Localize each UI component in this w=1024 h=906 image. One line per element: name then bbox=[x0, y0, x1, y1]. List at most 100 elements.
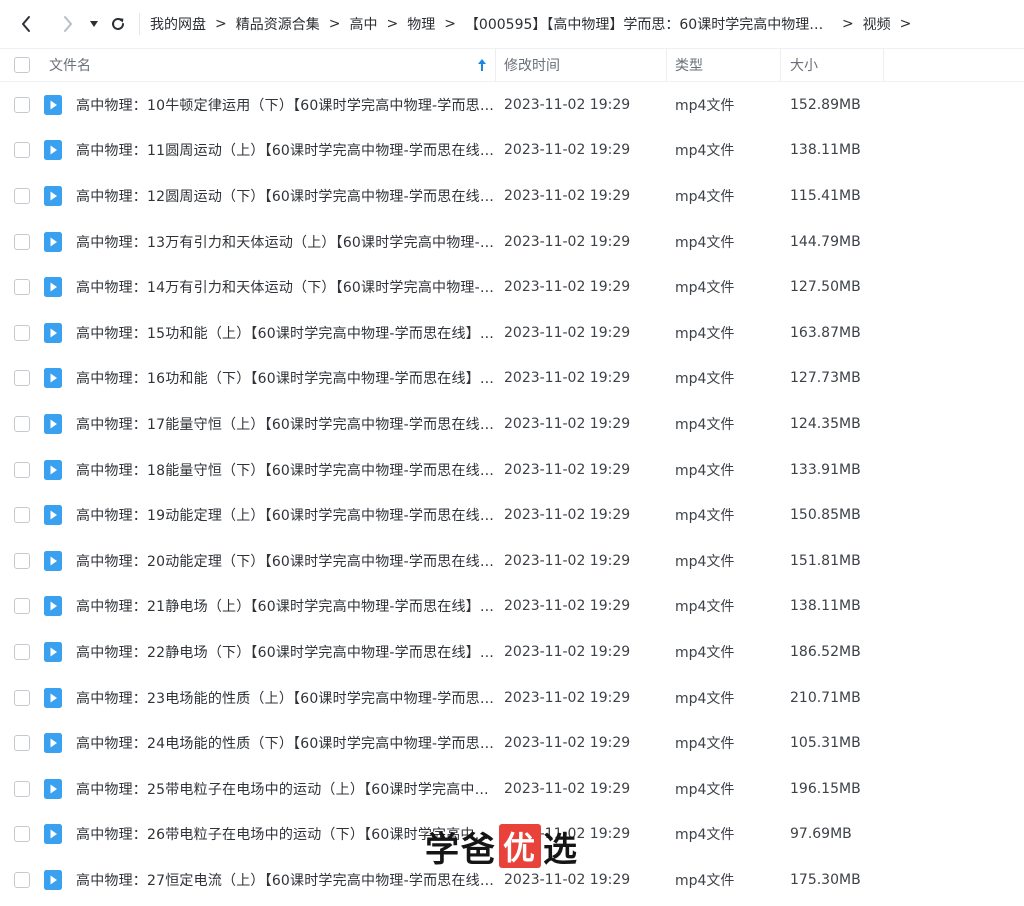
file-name[interactable]: 高中物理：14万有引力和天体运动（下）【60课时学完高中物理-学而思在线】.mp… bbox=[76, 277, 496, 297]
row-checkbox[interactable] bbox=[14, 780, 30, 797]
row-checkbox[interactable] bbox=[14, 826, 30, 843]
file-row[interactable]: 高中物理：16功和能（下）【60课时学完高中物理-学而思在线】.mp4 2023-… bbox=[0, 356, 1024, 402]
row-checkbox[interactable] bbox=[14, 643, 30, 660]
row-checkbox[interactable] bbox=[14, 598, 30, 615]
file-type: mp4文件 bbox=[675, 553, 735, 570]
breadcrumb-item-my-drive[interactable]: 我的网盘 bbox=[150, 14, 206, 34]
select-all-checkbox[interactable] bbox=[14, 57, 30, 73]
file-size: 138.11MB bbox=[790, 142, 861, 159]
file-name[interactable]: 高中物理：19动能定理（上）【60课时学完高中物理-学而思在线】.mp4 bbox=[76, 505, 496, 525]
row-checkbox-cell bbox=[0, 324, 44, 341]
breadcrumb-item-high-school[interactable]: 高中 bbox=[349, 14, 377, 34]
column-header-name[interactable]: 文件名 bbox=[44, 49, 496, 81]
breadcrumb-item-video[interactable]: 视频 bbox=[863, 14, 891, 34]
file-name[interactable]: 高中物理：12圆周运动（下）【60课时学完高中物理-学而思在线】.mp4 bbox=[76, 186, 496, 206]
refresh-button[interactable] bbox=[107, 13, 129, 35]
file-row[interactable]: 高中物理：24电场能的性质（下）【60课时学完高中物理-学而思在线】.mp4 20… bbox=[0, 720, 1024, 766]
file-row[interactable]: 高中物理：27恒定电流（上）【60课时学完高中物理-学而思在线】.mp4 2023… bbox=[0, 857, 1024, 903]
file-row[interactable]: 高中物理：17能量守恒（上）【60课时学完高中物理-学而思在线】.mp4 2023… bbox=[0, 401, 1024, 447]
file-size: 124.35MB bbox=[790, 415, 861, 432]
row-checkbox[interactable] bbox=[14, 461, 30, 478]
file-modified-time: 2023-11-02 19:29 bbox=[504, 279, 631, 296]
file-type: mp4文件 bbox=[675, 280, 735, 297]
file-row[interactable]: 高中物理：20动能定理（下）【60课时学完高中物理-学而思在线】.mp4 2023… bbox=[0, 538, 1024, 584]
file-row[interactable]: 高中物理：11圆周运动（上）【60课时学完高中物理-学而思在线】.mp4 2023… bbox=[0, 128, 1024, 174]
file-name[interactable]: 高中物理：10牛顿定律运用（下）【60课时学完高中物理-学而思在线】.mp4 bbox=[76, 95, 496, 115]
breadcrumb-item-course[interactable]: 【000595】【高中物理】学而思：60课时学完高中物理（吴海波赵玮孙... bbox=[465, 14, 833, 34]
file-row[interactable]: 高中物理：15功和能（上）【60课时学完高中物理-学而思在线】.mp4 2023-… bbox=[0, 310, 1024, 356]
file-row[interactable]: 高中物理：19动能定理（上）【60课时学完高中物理-学而思在线】.mp4 2023… bbox=[0, 492, 1024, 538]
file-name[interactable]: 高中物理：23电场能的性质（上）【60课时学完高中物理-学而思在线】.mp4 bbox=[76, 688, 496, 708]
breadcrumb-separator: > bbox=[841, 16, 854, 32]
file-type: mp4文件 bbox=[675, 325, 735, 342]
file-row[interactable]: 高中物理：25带电粒子在电场中的运动（上）【60课时学完高中物理-学而思在线】.… bbox=[0, 766, 1024, 812]
history-dropdown-button[interactable] bbox=[87, 13, 101, 35]
column-header-name-label: 文件名 bbox=[49, 58, 91, 74]
file-row[interactable]: 高中物理：13万有引力和天体运动（上）【60课时学完高中物理-学而思在线】.mp… bbox=[0, 219, 1024, 265]
file-modified-time: 2023-11-02 19:29 bbox=[504, 461, 631, 478]
file-name[interactable]: 高中物理：18能量守恒（下）【60课时学完高中物理-学而思在线】.mp4 bbox=[76, 460, 496, 480]
file-size: 144.79MB bbox=[790, 233, 861, 250]
file-size: 175.30MB bbox=[790, 871, 861, 888]
file-name[interactable]: 高中物理：27恒定电流（上）【60课时学完高中物理-学而思在线】.mp4 bbox=[76, 870, 496, 890]
column-header-size[interactable]: 大小 bbox=[781, 49, 884, 81]
file-name[interactable]: 高中物理：20动能定理（下）【60课时学完高中物理-学而思在线】.mp4 bbox=[76, 551, 496, 571]
row-checkbox[interactable] bbox=[14, 552, 30, 569]
file-name[interactable]: 高中物理：16功和能（下）【60课时学完高中物理-学而思在线】.mp4 bbox=[76, 368, 496, 388]
file-name[interactable]: 高中物理：21静电场（上）【60课时学完高中物理-学而思在线】.mp4 bbox=[76, 596, 496, 616]
row-checkbox-cell bbox=[0, 826, 44, 843]
file-name[interactable]: 高中物理：13万有引力和天体运动（上）【60课时学完高中物理-学而思在线】.mp… bbox=[76, 232, 496, 252]
back-button[interactable] bbox=[15, 13, 37, 35]
chevron-left-icon bbox=[22, 16, 30, 32]
video-file-icon bbox=[44, 413, 64, 434]
breadcrumb-separator: > bbox=[215, 16, 227, 32]
video-file-icon bbox=[44, 277, 64, 298]
row-checkbox[interactable] bbox=[14, 233, 30, 250]
file-list: 高中物理：10牛顿定律运用（下）【60课时学完高中物理-学而思在线】.mp4 20… bbox=[0, 82, 1024, 903]
file-modified-time: 2023-11-02 19:29 bbox=[504, 689, 631, 706]
row-checkbox[interactable] bbox=[14, 324, 30, 341]
file-modified-time: 2023-11-02 19:29 bbox=[504, 826, 631, 843]
file-name[interactable]: 高中物理：15功和能（上）【60课时学完高中物理-学而思在线】.mp4 bbox=[76, 323, 496, 343]
triangle-down-icon bbox=[90, 21, 98, 27]
video-file-icon bbox=[44, 824, 64, 845]
row-checkbox[interactable] bbox=[14, 142, 30, 159]
file-row[interactable]: 高中物理：10牛顿定律运用（下）【60课时学完高中物理-学而思在线】.mp4 20… bbox=[0, 82, 1024, 128]
file-name[interactable]: 高中物理：22静电场（下）【60课时学完高中物理-学而思在线】.mp4 bbox=[76, 642, 496, 662]
row-checkbox[interactable] bbox=[14, 370, 30, 387]
file-type: mp4文件 bbox=[675, 188, 735, 205]
video-file-icon bbox=[44, 231, 64, 252]
forward-button[interactable] bbox=[57, 13, 79, 35]
row-checkbox[interactable] bbox=[14, 415, 30, 432]
file-row[interactable]: 高中物理：14万有引力和天体运动（下）【60课时学完高中物理-学而思在线】.mp… bbox=[0, 264, 1024, 310]
row-checkbox[interactable] bbox=[14, 735, 30, 752]
column-header-type[interactable]: 类型 bbox=[667, 49, 781, 81]
file-size: 138.11MB bbox=[790, 598, 861, 615]
row-checkbox[interactable] bbox=[14, 96, 30, 113]
file-name[interactable]: 高中物理：25带电粒子在电场中的运动（上）【60课时学完高中物理-学而思在线】.… bbox=[76, 779, 496, 799]
file-type: mp4文件 bbox=[675, 462, 735, 479]
column-header-time[interactable]: 修改时间 bbox=[496, 49, 667, 81]
breadcrumb-item-physics[interactable]: 物理 bbox=[407, 14, 435, 34]
file-row[interactable]: 高中物理：22静电场（下）【60课时学完高中物理-学而思在线】.mp4 2023-… bbox=[0, 629, 1024, 675]
row-checkbox[interactable] bbox=[14, 187, 30, 204]
file-name[interactable]: 高中物理：24电场能的性质（下）【60课时学完高中物理-学而思在线】.mp4 bbox=[76, 733, 496, 753]
row-checkbox[interactable] bbox=[14, 507, 30, 524]
breadcrumb-item-collection[interactable]: 精品资源合集 bbox=[236, 14, 320, 34]
row-checkbox[interactable] bbox=[14, 689, 30, 706]
file-size: 127.50MB bbox=[790, 279, 861, 296]
video-file-icon bbox=[44, 687, 64, 708]
file-row[interactable]: 高中物理：23电场能的性质（上）【60课时学完高中物理-学而思在线】.mp4 20… bbox=[0, 675, 1024, 721]
row-checkbox[interactable] bbox=[14, 279, 30, 296]
file-name[interactable]: 高中物理：26带电粒子在电场中的运动（下）【60课时学完高中物理-学而思在线】.… bbox=[76, 824, 496, 844]
file-row[interactable]: 高中物理：18能量守恒（下）【60课时学完高中物理-学而思在线】.mp4 2023… bbox=[0, 447, 1024, 493]
video-file-icon bbox=[44, 368, 64, 389]
file-name[interactable]: 高中物理：17能量守恒（上）【60课时学完高中物理-学而思在线】.mp4 bbox=[76, 414, 496, 434]
sort-arrow-up-icon bbox=[478, 59, 486, 71]
file-name[interactable]: 高中物理：11圆周运动（上）【60课时学完高中物理-学而思在线】.mp4 bbox=[76, 140, 496, 160]
file-row[interactable]: 高中物理：21静电场（上）【60课时学完高中物理-学而思在线】.mp4 2023-… bbox=[0, 584, 1024, 630]
video-file-icon bbox=[44, 322, 64, 343]
file-row[interactable]: 高中物理：26带电粒子在电场中的运动（下）【60课时学完高中物理-学而思在线】.… bbox=[0, 812, 1024, 858]
file-row[interactable]: 高中物理：12圆周运动（下）【60课时学完高中物理-学而思在线】.mp4 2023… bbox=[0, 173, 1024, 219]
row-checkbox[interactable] bbox=[14, 871, 30, 888]
